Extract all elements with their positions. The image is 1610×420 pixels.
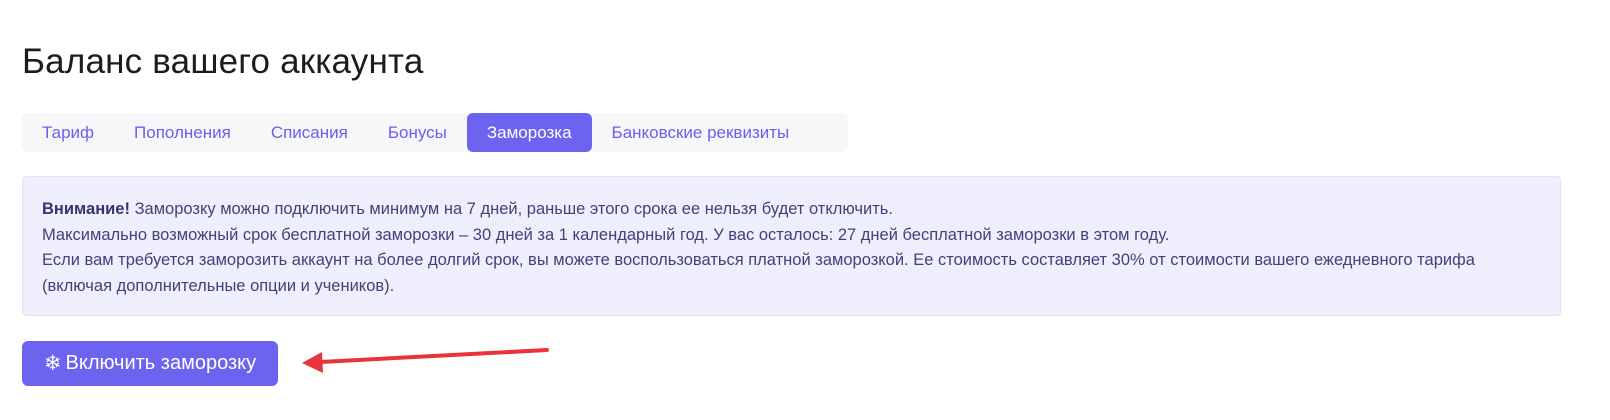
tab-top-ups[interactable]: Пополнения <box>114 113 251 152</box>
tab-bonuses[interactable]: Бонусы <box>368 113 467 152</box>
enable-freeze-button[interactable]: ❄ Включить заморозку <box>22 341 278 386</box>
annotation-arrow-head <box>302 352 323 373</box>
tab-tariff[interactable]: Тариф <box>22 113 114 152</box>
account-balance-page: Баланс вашего аккаунта Тариф Пополнения … <box>0 0 1610 420</box>
tab-bank-details[interactable]: Банковские реквизиты <box>592 113 810 152</box>
alert-line-1-text: Заморозку можно подключить минимум на 7 … <box>129 200 893 218</box>
tab-charges[interactable]: Списания <box>251 113 368 152</box>
freeze-info-alert: Внимание! Заморозку можно подключить мин… <box>22 176 1561 316</box>
enable-freeze-label: Включить заморозку <box>65 352 257 374</box>
alert-warning-label: Внимание! <box>42 200 130 218</box>
snowflake-icon: ❄ <box>43 351 62 375</box>
alert-line-1: Внимание! Заморозку можно подключить мин… <box>42 197 1541 223</box>
annotation-arrow-line <box>318 348 549 364</box>
tabs-bar: Тариф Пополнения Списания Бонусы Замороз… <box>22 113 848 152</box>
alert-line-3: Если вам требуется заморозить аккаунт на… <box>42 251 1475 295</box>
tab-freeze[interactable]: Заморозка <box>466 113 592 152</box>
alert-line-2: Максимально возможный срок бесплатной за… <box>42 225 1170 244</box>
page-title: Баланс вашего аккаунта <box>22 42 424 81</box>
